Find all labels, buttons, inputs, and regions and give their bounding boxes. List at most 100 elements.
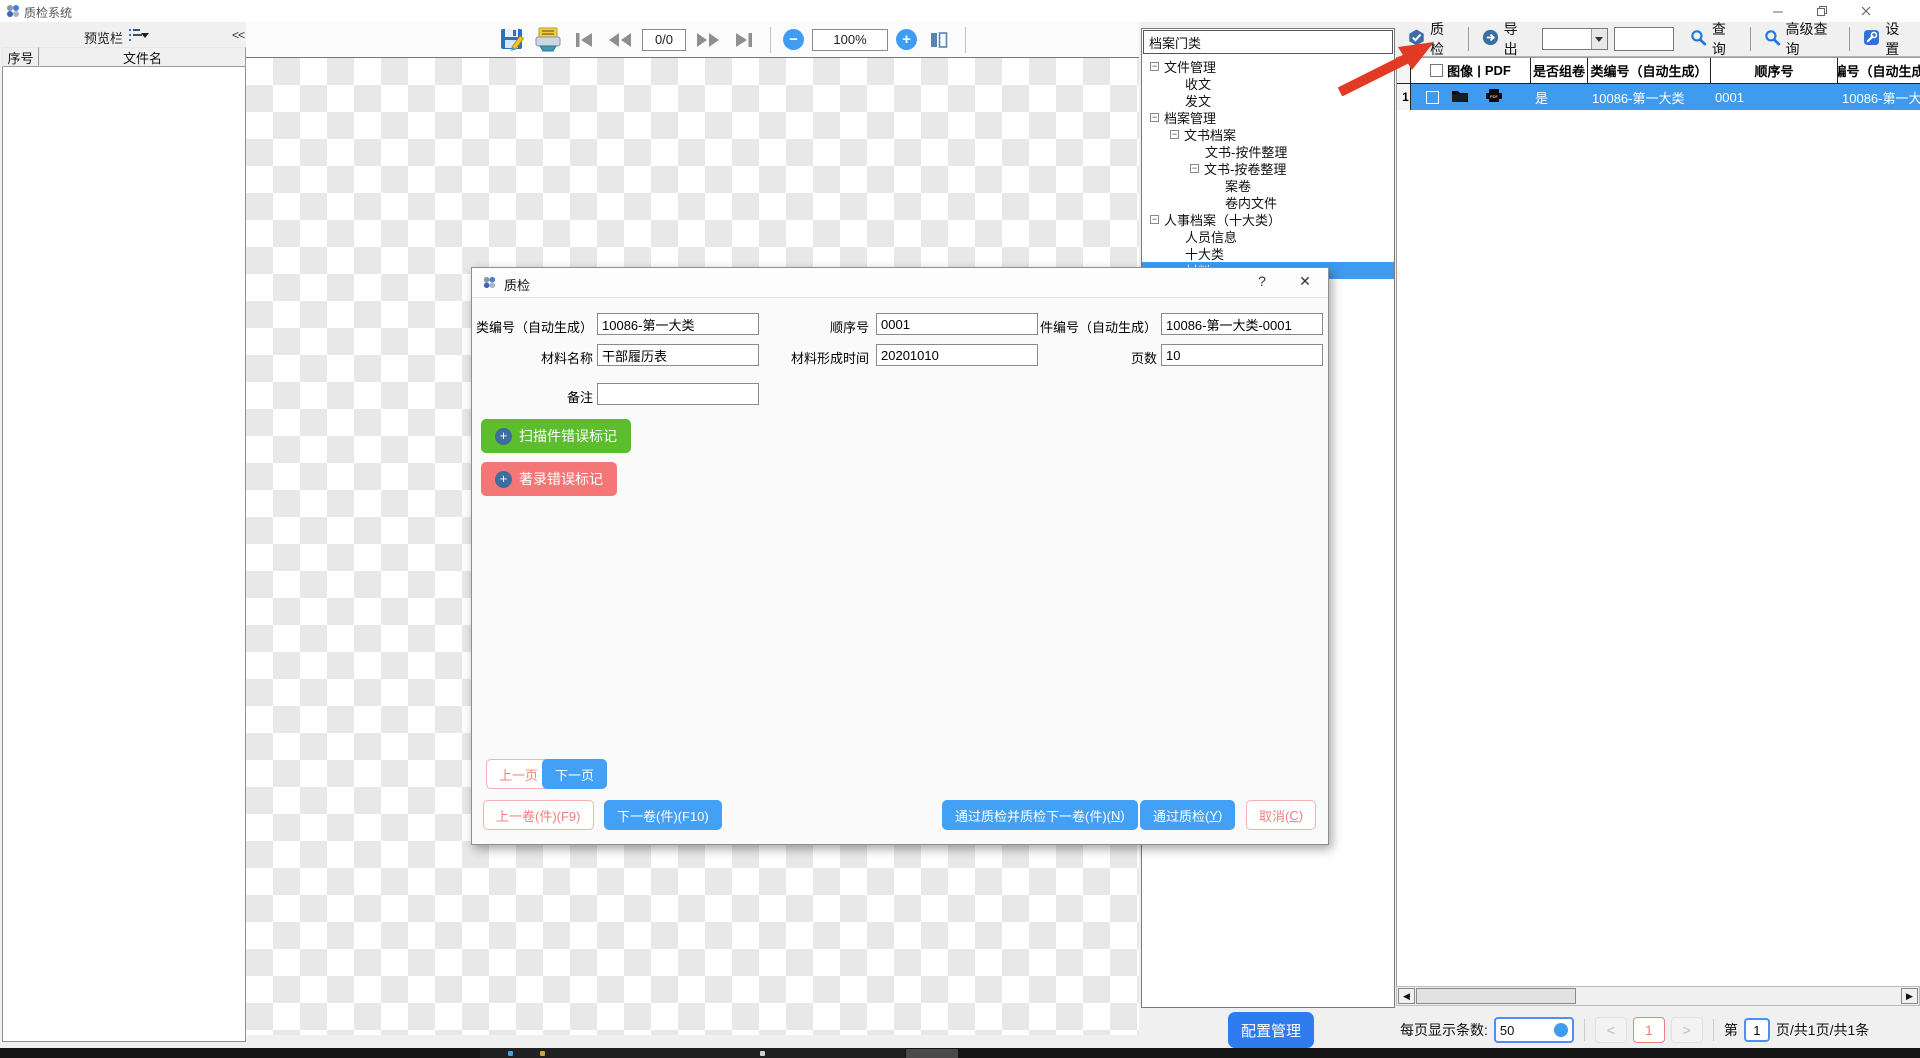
scrollbar-thumb[interactable] (1416, 988, 1576, 1004)
fit-width-icon[interactable] (925, 26, 953, 54)
select-all-checkbox[interactable] (1430, 64, 1443, 77)
prev-page-icon[interactable] (606, 26, 634, 54)
page-size-select[interactable]: 50 (1494, 1017, 1574, 1043)
tree-node-anjuan-zhengli[interactable]: −文书-按卷整理 (1142, 160, 1394, 177)
zoom-level-input[interactable] (812, 29, 888, 51)
seq-no-column-header[interactable]: 顺序号 (1711, 58, 1838, 83)
tree-node-danganguanli[interactable]: −档案管理 (1142, 109, 1394, 126)
next-page-button-dialog[interactable]: 下一页 (542, 759, 607, 789)
pass-qc-button[interactable]: 通过质检(Y) (1140, 800, 1235, 830)
pagination-bar: 每页显示条数: 50 < 1 > 第 页/共1页/共1条 (1400, 1012, 1920, 1048)
page-jump-input[interactable] (1744, 1018, 1770, 1042)
seq-no-input[interactable] (876, 313, 1038, 335)
window-title: 质检系统 (24, 4, 72, 21)
advanced-query-button[interactable]: 高级查询 (1754, 15, 1847, 63)
taskbar-icon[interactable] (508, 1051, 513, 1056)
first-page-icon[interactable] (570, 26, 598, 54)
records-table: 图像 | PDF 是否组卷 类编号（自动生成） 顺序号 件编号（自动生成） 1 … (1396, 57, 1920, 986)
collapse-node-icon[interactable]: − (1150, 113, 1159, 122)
tree-node-shouwen[interactable]: 收文 (1142, 75, 1394, 92)
class-no-label: 类编号（自动生成） (472, 317, 593, 336)
filter-field-select[interactable] (1542, 28, 1608, 50)
preview-list-columns: 序号 文件名 (2, 47, 246, 67)
page-count-input[interactable] (1161, 344, 1323, 366)
dialog-close-icon[interactable]: ✕ (1290, 273, 1320, 293)
column-filename-header[interactable]: 文件名 (39, 47, 246, 67)
query-button[interactable]: 查询 (1680, 15, 1747, 63)
plus-icon: + (495, 471, 512, 488)
tree-node-anjuan[interactable]: 案卷 (1142, 177, 1394, 194)
prev-volume-button[interactable]: 上一卷(件)(F9) (483, 800, 594, 830)
preview-file-list[interactable] (2, 67, 246, 1042)
dialog-titlebar[interactable]: 质检 ? ✕ (472, 268, 1328, 298)
save-icon[interactable] (498, 26, 526, 54)
qc-button[interactable]: 质检 (1398, 15, 1465, 63)
class-no-column-header[interactable]: 类编号（自动生成） (1588, 58, 1711, 83)
collapse-node-icon[interactable]: − (1150, 62, 1159, 71)
grouped-column-header[interactable]: 是否组卷 (1531, 58, 1588, 83)
collapse-node-icon[interactable]: − (1150, 215, 1159, 224)
config-manage-button[interactable]: 配置管理 (1228, 1012, 1314, 1048)
dialog-help-button[interactable]: ? (1247, 273, 1277, 293)
material-date-input[interactable] (876, 344, 1038, 366)
taskbar-icon[interactable] (540, 1051, 545, 1056)
remark-label: 备注 (472, 387, 593, 406)
scroll-right-icon[interactable]: ▶ (1901, 988, 1918, 1004)
tree-node-juannei[interactable]: 卷内文件 (1142, 194, 1394, 211)
export-button[interactable]: 导出 (1472, 15, 1539, 63)
tree-node-renshidangan[interactable]: −人事档案（十大类） (1142, 211, 1394, 228)
plus-icon: + (495, 428, 512, 445)
taskbar-icon[interactable] (760, 1051, 765, 1056)
tree-node-anjian[interactable]: 文书-按件整理 (1142, 143, 1394, 160)
tree-node-wenshudangan[interactable]: −文书档案 (1142, 126, 1394, 143)
collapse-sidebar-button[interactable]: << (232, 28, 244, 42)
dialog-app-icon (482, 275, 498, 291)
zoom-out-icon[interactable]: − (783, 29, 804, 50)
preview-sort-icon[interactable] (128, 28, 150, 45)
collapse-node-icon[interactable]: − (1190, 164, 1199, 173)
scroll-left-icon[interactable]: ◀ (1398, 988, 1415, 1004)
search-input[interactable] (1614, 27, 1674, 51)
os-taskbar[interactable] (0, 1048, 1920, 1058)
last-page-icon[interactable] (730, 26, 758, 54)
remark-input[interactable] (597, 383, 759, 405)
cancel-button[interactable]: 取消(C) (1246, 800, 1316, 830)
svg-text:PDF: PDF (1490, 94, 1499, 99)
archive-tree-title: 档案门类 (1143, 30, 1393, 54)
print-icon[interactable] (534, 26, 562, 54)
column-seq-header[interactable]: 序号 (2, 47, 39, 67)
next-page-icon[interactable] (694, 26, 722, 54)
row-item-no: 10086-第一大类-0001 (1838, 84, 1920, 110)
window-titlebar: 质检系统 (0, 0, 1920, 22)
page-indicator-input[interactable] (642, 29, 686, 51)
tree-node-fawen[interactable]: 发文 (1142, 92, 1394, 109)
current-page-button[interactable]: 1 (1633, 1017, 1665, 1043)
prev-page-button[interactable]: < (1595, 1017, 1627, 1043)
material-name-input[interactable] (597, 344, 759, 366)
table-row[interactable]: 1 PDF 是 10086-第一大类 0001 10086-第一大类-0001 (1397, 84, 1920, 110)
tree-node-shidalei[interactable]: 十大类 (1142, 245, 1394, 262)
settings-button[interactable]: 设置 (1853, 15, 1920, 63)
chevron-down-icon[interactable] (1591, 29, 1607, 49)
toolbar-separator (1849, 27, 1850, 51)
page-jump-prefix: 第 (1724, 1020, 1738, 1040)
class-no-input[interactable] (597, 313, 759, 335)
collapse-node-icon[interactable]: − (1170, 130, 1179, 139)
table-horizontal-scrollbar[interactable]: ◀ ▶ (1396, 986, 1920, 1006)
item-no-input[interactable] (1161, 313, 1323, 335)
page-total-label: 页/共1页/共1条 (1776, 1020, 1869, 1040)
taskbar-button[interactable] (906, 1049, 958, 1058)
next-page-button[interactable]: > (1671, 1017, 1703, 1043)
search-icon (1690, 29, 1707, 49)
folder-icon[interactable] (1451, 88, 1469, 106)
pass-and-next-button[interactable]: 通过质检并质检下一卷(件)(N) (942, 800, 1138, 830)
row-checkbox[interactable] (1426, 91, 1439, 104)
tree-node-renyuanxinxi[interactable]: 人员信息 (1142, 228, 1394, 245)
pdf-print-icon[interactable]: PDF (1485, 88, 1503, 106)
scan-error-mark-button[interactable]: + 扫描件错误标记 (481, 419, 631, 453)
next-volume-button[interactable]: 下一卷(件)(F10) (604, 800, 722, 830)
zoom-in-icon[interactable]: + (896, 29, 917, 50)
tree-node-wenjianguanli[interactable]: −文件管理 (1142, 58, 1394, 75)
item-no-column-header[interactable]: 件编号（自动生成） (1838, 58, 1920, 83)
record-error-mark-button[interactable]: + 著录错误标记 (481, 462, 617, 496)
